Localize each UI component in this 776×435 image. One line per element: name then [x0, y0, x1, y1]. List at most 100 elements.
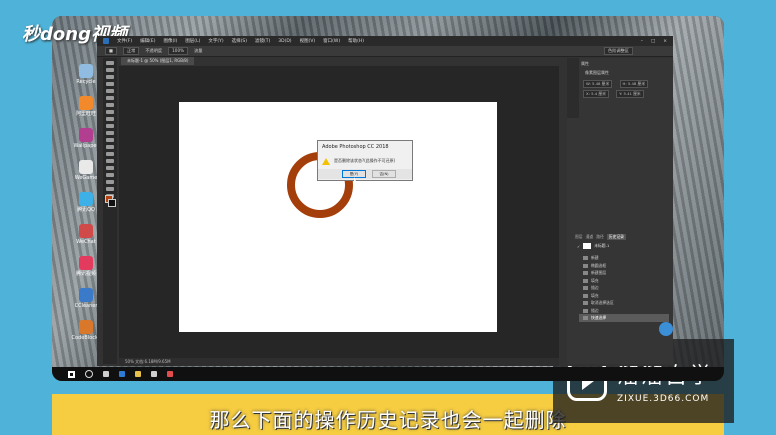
tools-panel — [103, 58, 117, 364]
app-icon — [79, 256, 93, 270]
recycle-bin-icon — [79, 64, 93, 78]
app-icon — [79, 224, 93, 238]
x-field[interactable]: X: 5.4 厘米 — [583, 90, 609, 98]
app-icon — [79, 160, 93, 174]
history-item[interactable]: 新建图层 — [579, 269, 669, 277]
move-tool-icon[interactable] — [106, 61, 114, 65]
history-state-icon — [583, 256, 588, 260]
history-state-icon — [583, 301, 588, 305]
app-icon — [79, 96, 93, 110]
properties-subtitle: 像素图层属性 — [585, 70, 609, 75]
history-item[interactable]: 描边 — [579, 284, 669, 292]
menu-view[interactable]: 视图(V) — [300, 38, 316, 44]
history-item[interactable]: 填充 — [579, 292, 669, 300]
maximize-icon[interactable]: □ — [651, 39, 655, 44]
marquee-tool-icon[interactable] — [106, 68, 114, 72]
properties-tab[interactable]: 属性 — [581, 60, 589, 68]
cortana-icon[interactable] — [85, 370, 93, 378]
menu-window[interactable]: 窗口(W) — [323, 38, 340, 44]
document-tab[interactable]: 未标题-1 @ 50% (图层1, RGB/8) — [121, 57, 195, 65]
photoshop-logo-icon — [103, 38, 109, 44]
history-item-selected[interactable]: 快速选择 — [579, 314, 669, 322]
tab-channels[interactable]: 通道 — [586, 234, 594, 240]
height-field[interactable]: H: 5.48 厘米 — [619, 80, 649, 88]
history-item[interactable]: 椭圆选框 — [579, 262, 669, 270]
history-state-icon — [583, 263, 588, 268]
quick-select-tool-icon[interactable] — [106, 82, 114, 86]
menu-type[interactable]: 文字(Y) — [208, 38, 223, 44]
app-icon — [79, 128, 93, 142]
history-state-icon — [583, 308, 588, 313]
menu-layer[interactable]: 图层(L) — [185, 38, 200, 44]
menu-filter[interactable]: 滤镜(T) — [255, 38, 270, 44]
hand-tool-icon[interactable] — [106, 187, 114, 191]
menu-edit[interactable]: 编辑(E) — [140, 38, 155, 44]
healing-tool-icon[interactable] — [106, 103, 114, 107]
y-field[interactable]: Y: 5.41 厘米 — [616, 90, 644, 98]
history-brush-tool-icon[interactable] — [106, 124, 114, 128]
minimize-icon[interactable]: – — [641, 39, 643, 44]
history-item[interactable]: 取消选择选区 — [579, 299, 669, 307]
width-field[interactable]: W: 5.48 厘米 — [583, 80, 613, 88]
app-icon — [79, 288, 93, 302]
file-explorer-icon[interactable] — [135, 371, 141, 377]
eraser-tool-icon[interactable] — [106, 131, 114, 135]
blur-tool-icon[interactable] — [106, 145, 114, 149]
dodge-tool-icon[interactable] — [106, 152, 114, 156]
history-state-icon — [583, 316, 588, 320]
video-frame: Recycle 阿里旺旺 Wallpaper WeGame 腾讯QQ WeCha… — [52, 16, 724, 381]
brush-preset-picker[interactable]: ■ — [105, 47, 117, 55]
photoshop-window: 文件(F) 编辑(E) 图像(I) 图层(L) 文字(Y) 选择(S) 滤镜(T… — [97, 36, 673, 366]
type-tool-icon[interactable] — [106, 166, 114, 170]
checkmark-icon: ✓ — [577, 243, 581, 249]
history-snapshot[interactable]: ✓ 未标题-1 — [577, 243, 609, 249]
edge-icon[interactable] — [119, 371, 125, 377]
history-state-icon — [583, 293, 588, 298]
gradient-tool-icon[interactable] — [106, 138, 114, 142]
tab-history[interactable]: 历史记录 — [606, 234, 626, 240]
no-button[interactable]: 否(N) — [372, 170, 396, 178]
brush-tool-icon[interactable] — [106, 110, 114, 114]
dialog-body: 是否删除该状态?(此操作不可还原) — [318, 153, 412, 169]
menu-help[interactable]: 帮助(H) — [348, 38, 364, 44]
pen-tool-icon[interactable] — [106, 159, 114, 163]
floating-assistant-icon[interactable] — [659, 322, 673, 336]
opacity-field[interactable]: 100% — [168, 47, 189, 55]
menu-3d[interactable]: 3D(D) — [278, 39, 291, 44]
crop-tool-icon[interactable] — [106, 89, 114, 93]
history-state-icon — [583, 278, 588, 283]
stamp-tool-icon[interactable] — [106, 117, 114, 121]
history-item[interactable]: 填充 — [579, 277, 669, 285]
snapshot-thumbnail — [583, 243, 592, 249]
history-state-icon — [583, 286, 588, 290]
tab-paths[interactable]: 路径 — [596, 234, 604, 240]
canvas[interactable] — [179, 102, 497, 332]
windows-start-icon[interactable] — [68, 370, 75, 378]
windows-taskbar — [52, 367, 724, 381]
app-icon — [79, 192, 93, 206]
store-icon[interactable] — [151, 371, 157, 377]
menu-select[interactable]: 选择(S) — [232, 38, 247, 44]
menu-image[interactable]: 图像(I) — [163, 38, 177, 44]
history-item[interactable]: 新建 — [579, 254, 669, 262]
flow-label: 流量 — [194, 48, 203, 53]
close-icon[interactable]: × — [663, 39, 667, 44]
shape-tool-icon[interactable] — [106, 180, 114, 184]
menu-file[interactable]: 文件(F) — [117, 38, 132, 44]
mode-select[interactable]: 正常 — [122, 47, 140, 55]
panel-icon-strip — [567, 58, 579, 118]
warning-icon — [322, 157, 330, 165]
task-view-icon[interactable] — [103, 371, 109, 377]
history-item[interactable]: 描边 — [579, 307, 669, 315]
menu-bar: 文件(F) 编辑(E) 图像(I) 图层(L) 文字(Y) 选择(S) 滤镜(T… — [97, 36, 673, 46]
path-select-tool-icon[interactable] — [106, 173, 114, 177]
dialog-message: 是否删除该状态?(此操作不可还原) — [334, 158, 396, 163]
lasso-tool-icon[interactable] — [106, 75, 114, 79]
app-icon[interactable] — [167, 371, 173, 377]
options-bar: ■ 正常 不透明度 100% 流量 色阶调整区 — [97, 46, 673, 57]
preset-select[interactable]: 色阶调整区 — [604, 47, 633, 55]
background-color-swatch[interactable] — [108, 199, 116, 207]
opacity-label: 不透明度 — [145, 48, 163, 53]
eyedropper-tool-icon[interactable] — [106, 96, 114, 100]
tab-layers[interactable]: 图层 — [575, 234, 583, 240]
